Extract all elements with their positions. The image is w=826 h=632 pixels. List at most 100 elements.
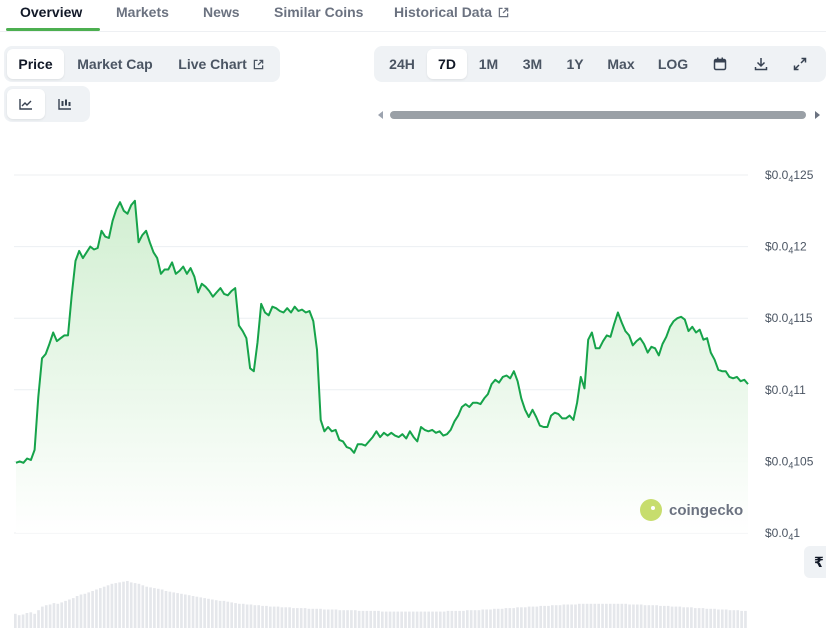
volume-bar bbox=[98, 588, 102, 628]
volume-bar bbox=[83, 593, 87, 628]
volume-bar bbox=[21, 614, 25, 628]
range-1m-button[interactable]: 1M bbox=[467, 49, 510, 79]
chart-range-scrollbar[interactable] bbox=[376, 108, 822, 122]
volume-bar bbox=[79, 594, 83, 628]
range-24h-button[interactable]: 24H bbox=[377, 49, 427, 79]
live-chart-button-label: Live Chart bbox=[178, 56, 247, 72]
volume-bar bbox=[663, 605, 666, 628]
volume-bar bbox=[578, 603, 581, 628]
volume-bar bbox=[516, 607, 519, 628]
volume-bar bbox=[319, 608, 322, 628]
volume-bar bbox=[91, 591, 94, 628]
tab-markets[interactable]: Markets bbox=[116, 4, 169, 20]
scroll-right-arrow-icon[interactable] bbox=[815, 111, 820, 119]
live-chart-button[interactable]: Live Chart bbox=[166, 49, 276, 79]
volume-bar bbox=[52, 603, 56, 628]
volume-bar bbox=[373, 610, 376, 628]
price-chart[interactable]: $0.04125 $0.0412 $0.04115 $0.0411 $0.04105 $0… bbox=[0, 150, 826, 632]
currency-button[interactable]: ₹ bbox=[804, 546, 826, 578]
tab-news[interactable]: News bbox=[203, 4, 240, 20]
coingecko-watermark: coingecko bbox=[640, 499, 743, 521]
line-chart-button[interactable] bbox=[7, 89, 45, 119]
volume-bar bbox=[585, 603, 589, 628]
volume-bar bbox=[392, 611, 396, 628]
volume-bar bbox=[33, 613, 36, 628]
volume-bar bbox=[118, 582, 121, 628]
volume-bar bbox=[64, 600, 67, 628]
volume-bar bbox=[485, 609, 488, 628]
market-cap-button[interactable]: Market Cap bbox=[64, 49, 166, 79]
volume-bar bbox=[408, 611, 411, 628]
volume-bar bbox=[168, 591, 172, 628]
fullscreen-button[interactable] bbox=[781, 49, 819, 79]
volume-bar bbox=[95, 589, 98, 628]
volume-bar bbox=[323, 609, 326, 628]
volume-bar bbox=[361, 610, 365, 628]
volume-bar bbox=[381, 611, 384, 628]
volume-bar bbox=[659, 605, 662, 628]
range-3m-button[interactable]: 3M bbox=[510, 49, 555, 79]
volume-bar bbox=[666, 605, 670, 628]
volume-bar bbox=[558, 605, 562, 628]
volume-bar bbox=[68, 599, 71, 628]
y-axis-tick-label: $0.0411 bbox=[765, 383, 806, 399]
volume-bar bbox=[106, 585, 110, 628]
volume-bar bbox=[211, 599, 214, 628]
volume-bar bbox=[554, 605, 558, 628]
top-nav: Overview Markets News Similar Coins Hist… bbox=[0, 0, 826, 32]
download-button[interactable] bbox=[741, 49, 781, 79]
volume-bar bbox=[133, 583, 137, 628]
volume-bar bbox=[728, 610, 732, 628]
volume-bar bbox=[241, 603, 245, 628]
volume-bar bbox=[164, 591, 168, 628]
volume-bar bbox=[465, 610, 469, 628]
scroll-left-arrow-icon[interactable] bbox=[378, 111, 383, 119]
range-1y-label: 1Y bbox=[566, 56, 584, 72]
volume-bar bbox=[245, 604, 249, 628]
tab-overview[interactable]: Overview bbox=[20, 4, 82, 20]
volume-bar bbox=[500, 608, 504, 628]
volume-bar bbox=[520, 607, 523, 628]
volume-bar bbox=[29, 612, 33, 628]
price-area-fill bbox=[16, 200, 748, 534]
price-button[interactable]: Price bbox=[7, 49, 64, 79]
volume-bar bbox=[129, 582, 133, 628]
scrollbar-thumb[interactable] bbox=[390, 111, 806, 119]
volume-bar bbox=[736, 610, 740, 628]
volume-bar bbox=[411, 611, 415, 628]
y-axis-tick-label: $0.04105 bbox=[765, 454, 814, 470]
volume-bar bbox=[651, 605, 655, 628]
external-link-icon bbox=[253, 59, 264, 69]
volume-bar bbox=[489, 609, 492, 628]
tab-historical-data[interactable]: Historical Data bbox=[394, 4, 509, 20]
calendar-button[interactable] bbox=[699, 49, 741, 79]
volume-bar bbox=[257, 605, 261, 628]
volume-bar bbox=[338, 610, 342, 628]
tab-similar-coins[interactable]: Similar Coins bbox=[274, 4, 363, 20]
volume-bar bbox=[365, 610, 369, 628]
volume-bar bbox=[458, 610, 461, 628]
calendar-icon bbox=[713, 57, 727, 71]
candlestick-chart-button[interactable] bbox=[45, 89, 85, 119]
volume-bar bbox=[639, 604, 643, 628]
volume-bar bbox=[145, 586, 149, 628]
volume-bar bbox=[230, 602, 233, 628]
volume-bar bbox=[740, 610, 743, 628]
volume-bar bbox=[724, 609, 728, 628]
volume-bar bbox=[527, 606, 531, 628]
volume-bar bbox=[427, 611, 431, 628]
currency-glyph: ₹ bbox=[814, 553, 824, 570]
range-1y-button[interactable]: 1Y bbox=[555, 49, 595, 79]
volume-bar bbox=[303, 608, 307, 628]
coingecko-logo-icon bbox=[640, 499, 662, 521]
volume-bar bbox=[330, 609, 334, 628]
volume-bar bbox=[717, 609, 720, 628]
y-axis-tick-label: $0.0412 bbox=[765, 240, 807, 256]
range-7d-button[interactable]: 7D bbox=[427, 49, 467, 79]
volume-bar bbox=[126, 581, 129, 628]
volume-bar bbox=[280, 607, 284, 628]
range-max-button[interactable]: Max bbox=[595, 49, 647, 79]
volume-bar bbox=[253, 605, 257, 628]
volume-bar bbox=[396, 611, 400, 628]
log-scale-button[interactable]: LOG bbox=[647, 49, 699, 79]
